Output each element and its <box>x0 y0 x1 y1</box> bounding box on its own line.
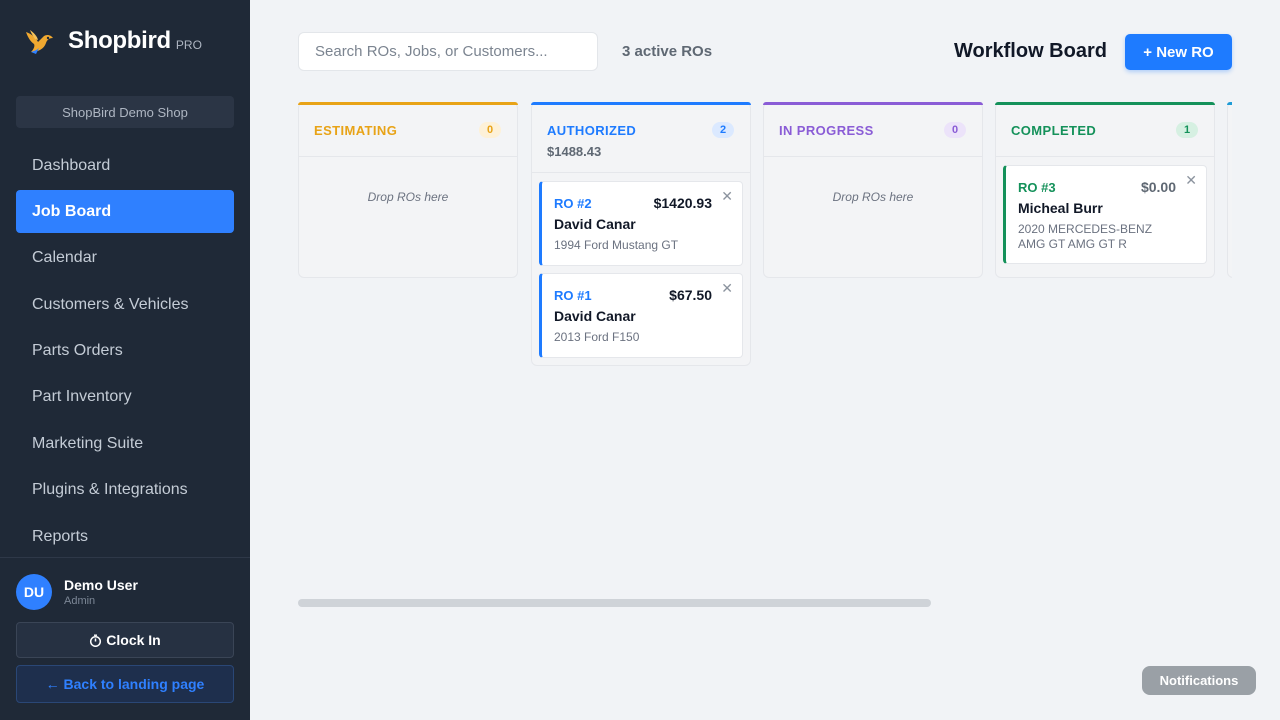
ro-card[interactable]: RO #2 $1420.93 ✕ David Canar 1994 Ford M… <box>539 181 743 266</box>
customer-name: David Canar <box>554 216 636 232</box>
close-icon[interactable]: ✕ <box>1185 172 1197 189</box>
brand-tier: PRO <box>175 38 202 52</box>
column-title: AUTHORIZED <box>547 123 637 138</box>
column-title: COMPLETED <box>1011 123 1097 138</box>
ro-number: RO #2 <box>554 196 592 211</box>
column-header: IN PROGRESS 0 <box>764 103 982 157</box>
timer-icon <box>90 634 102 647</box>
clock-in-label: Clock In <box>106 632 161 648</box>
ro-amount: $0.00 <box>1140 179 1176 195</box>
bird-logo-icon <box>26 30 53 54</box>
drop-zone[interactable]: Drop ROs here <box>764 157 982 277</box>
clock-in-button[interactable]: Clock In <box>16 622 234 658</box>
ro-number: RO #3 <box>1018 180 1056 195</box>
column-authorized[interactable]: AUTHORIZED 2 $1488.43 RO #2 $1420.93 ✕ D… <box>531 102 751 366</box>
column-header: AUTHORIZED 2 $1488.43 <box>532 103 750 173</box>
page-title: Workflow Board <box>954 40 1107 62</box>
sidebar-item-part-inventory[interactable]: Part Inventory <box>16 376 234 419</box>
ro-amount: $1420.93 <box>653 195 712 211</box>
brand[interactable]: Shopbird PRO <box>22 24 202 58</box>
brand-name: Shopbird <box>68 27 171 54</box>
column-title: IN PROGRESS <box>779 123 874 138</box>
column-count-badge: 2 <box>712 122 734 138</box>
user-name: Demo User <box>64 577 138 593</box>
column-completed[interactable]: COMPLETED 1 RO #3 $0.00 ✕ Micheal Burr 2… <box>995 102 1215 278</box>
customer-name: Micheal Burr <box>1018 200 1103 216</box>
vehicle-description: 2013 Ford F150 <box>554 330 640 344</box>
column-header: COMPLETED 1 <box>996 103 1214 157</box>
sidebar-item-reports[interactable]: Reports <box>16 515 234 558</box>
column-total: $1488.43 <box>547 144 602 159</box>
vehicle-description: 2020 MERCEDES-BENZ AMG GT AMG GT R <box>1018 222 1153 251</box>
ro-number: RO #1 <box>554 288 592 303</box>
sidebar-item-dashboard[interactable]: Dashboard <box>16 144 234 187</box>
column-next-partial[interactable] <box>1227 102 1232 278</box>
back-to-landing-link[interactable]: ← Back to landing page <box>16 665 234 703</box>
ro-card[interactable]: RO #3 $0.00 ✕ Micheal Burr 2020 MERCEDES… <box>1003 165 1207 264</box>
customer-name: David Canar <box>554 308 636 324</box>
user-role: Admin <box>64 595 96 607</box>
column-count-badge: 0 <box>479 122 501 138</box>
column-count-badge: 0 <box>944 122 966 138</box>
shop-selector[interactable]: ShopBird Demo Shop <box>16 96 234 128</box>
sidebar-nav: Dashboard Job Board Calendar Customers &… <box>16 144 234 562</box>
avatar: DU <box>16 574 52 610</box>
close-icon[interactable]: ✕ <box>721 188 733 205</box>
new-ro-button[interactable]: + New RO <box>1125 34 1232 70</box>
user-profile[interactable]: DU Demo User Admin <box>16 574 138 610</box>
vehicle-description: 1994 Ford Mustang GT <box>554 238 679 252</box>
column-count-badge: 1 <box>1176 122 1198 138</box>
column-estimating[interactable]: ESTIMATING 0 Drop ROs here <box>298 102 518 278</box>
workflow-board: ESTIMATING 0 Drop ROs here AUTHORIZED 2 … <box>298 102 1232 582</box>
column-accent-bar <box>1227 102 1232 105</box>
sidebar-item-parts-orders[interactable]: Parts Orders <box>16 330 234 373</box>
sidebar-item-marketing-suite[interactable]: Marketing Suite <box>16 422 234 465</box>
drop-zone[interactable]: Drop ROs here <box>299 157 517 277</box>
ro-amount: $67.50 <box>669 287 712 303</box>
sidebar-divider <box>0 557 250 558</box>
search-input[interactable] <box>298 32 598 71</box>
user-info: Demo User Admin <box>64 577 138 607</box>
notifications-button[interactable]: Notifications <box>1142 666 1256 695</box>
close-icon[interactable]: ✕ <box>721 280 733 297</box>
sidebar-item-customers-vehicles[interactable]: Customers & Vehicles <box>16 283 234 326</box>
active-ro-count: 3 active ROs <box>622 43 713 60</box>
column-in-progress[interactable]: IN PROGRESS 0 Drop ROs here <box>763 102 983 278</box>
horizontal-scrollbar[interactable] <box>298 599 931 607</box>
column-title: ESTIMATING <box>314 123 398 138</box>
sidebar-item-job-board[interactable]: Job Board <box>16 190 234 234</box>
ro-card[interactable]: RO #1 $67.50 ✕ David Canar 2013 Ford F15… <box>539 273 743 358</box>
sidebar-item-plugins-integrations[interactable]: Plugins & Integrations <box>16 469 234 512</box>
column-header: ESTIMATING 0 <box>299 103 517 157</box>
sidebar-item-calendar[interactable]: Calendar <box>16 237 234 280</box>
sidebar: Shopbird PRO ShopBird Demo Shop Dashboar… <box>0 0 250 720</box>
